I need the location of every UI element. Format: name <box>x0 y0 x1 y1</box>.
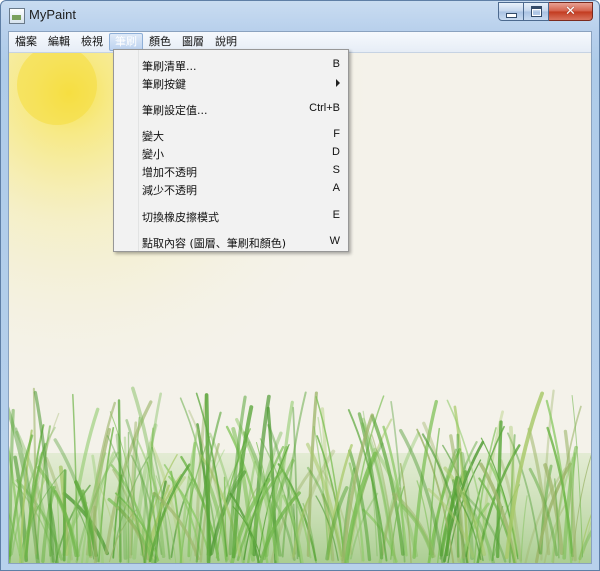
menu-item-shortcut: Ctrl+B <box>309 102 340 114</box>
grass-blade <box>93 505 98 563</box>
close-button[interactable]: ✕ <box>549 2 593 21</box>
menu-item-bigger[interactable]: 變大 F <box>114 126 348 144</box>
close-icon: ✕ <box>565 4 576 19</box>
window-title: MyPaint <box>29 7 76 22</box>
menu-item-shortcut: B <box>332 58 340 70</box>
menu-item-label: 減少不透明 <box>142 184 197 197</box>
menu-item-shortcut: A <box>332 182 340 194</box>
caption-buttons: ✕ <box>498 2 593 21</box>
menu-item-shortcut: D <box>332 146 340 158</box>
menu-item-label: 點取內容 (圖層、筆刷和顏色) <box>142 237 287 250</box>
menu-item-more-opaque[interactable]: 增加不透明 S <box>114 162 348 180</box>
menu-item-less-opaque[interactable]: 減少不透明 A <box>114 180 348 198</box>
minimize-button[interactable] <box>498 2 524 21</box>
menu-item-shortcut: W <box>329 235 340 247</box>
menu-item-brush-keys[interactable]: 筆刷按鍵 <box>114 74 348 92</box>
minimize-icon <box>505 12 517 18</box>
menu-item-shortcut: E <box>332 209 340 221</box>
maximize-button[interactable] <box>524 2 549 21</box>
menu-item-shortcut: F <box>333 128 340 140</box>
menu-item-label: 增加不透明 <box>142 166 197 179</box>
menu-item-label: 切換橡皮擦模式 <box>142 211 219 224</box>
menu-view[interactable]: 檢視 <box>76 33 108 51</box>
brush-menu-dropdown: 筆刷清單... B 筆刷按鍵 筆刷設定值... Ctrl+B 變大 F 變小 D… <box>113 49 349 252</box>
menu-item-eraser-mode[interactable]: 切換橡皮擦模式 E <box>114 207 348 225</box>
menu-item-brush-list[interactable]: 筆刷清單... B <box>114 56 348 74</box>
menu-item-pick-context[interactable]: 點取內容 (圖層、筆刷和顏色) W <box>114 233 348 251</box>
menu-item-label: 筆刷清單... <box>142 60 197 73</box>
menu-edit[interactable]: 編輯 <box>43 33 75 51</box>
menu-item-smaller[interactable]: 變小 D <box>114 144 348 162</box>
title-bar[interactable]: MyPaint ✕ <box>1 1 599 31</box>
menu-file[interactable]: 檔案 <box>10 33 42 51</box>
menu-item-brush-settings[interactable]: 筆刷設定值... Ctrl+B <box>114 100 348 118</box>
menu-item-label: 變小 <box>142 148 164 161</box>
menu-item-shortcut: S <box>332 164 340 176</box>
menu-item-label: 變大 <box>142 130 164 143</box>
mypaint-app-icon[interactable] <box>9 8 25 24</box>
menu-item-label: 筆刷設定值... <box>142 104 208 117</box>
submenu-arrow-icon <box>336 79 340 87</box>
menu-item-label: 筆刷按鍵 <box>142 78 186 91</box>
maximize-icon <box>530 6 542 17</box>
